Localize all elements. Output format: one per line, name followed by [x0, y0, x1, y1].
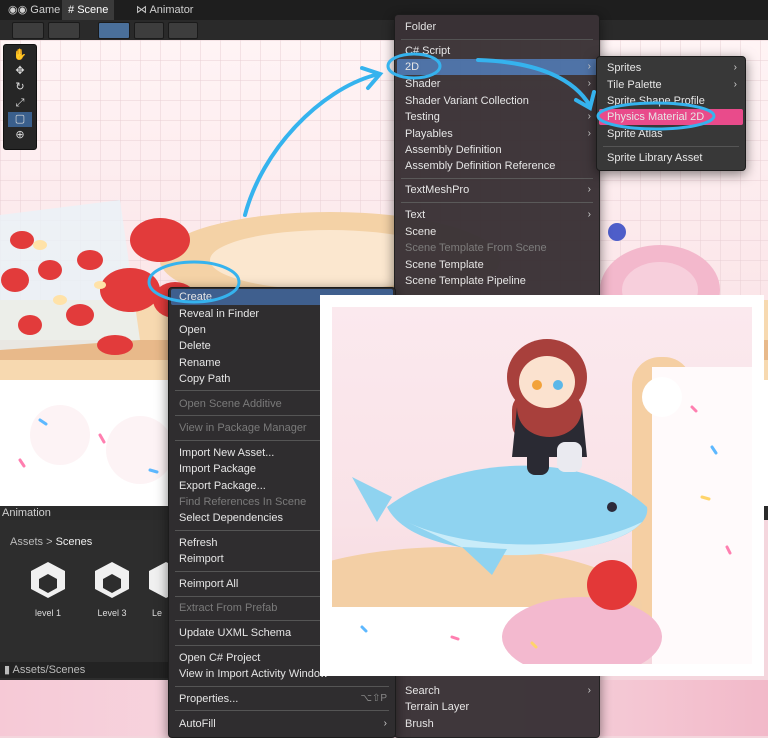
- menu-item-extract-from-prefab: Extract From Prefab: [179, 602, 278, 614]
- tab-scene[interactable]: # Scene: [62, 0, 115, 20]
- menu-item-sprite-atlas[interactable]: Sprite Atlas: [607, 126, 663, 142]
- menu-item-text[interactable]: Text: [405, 207, 425, 223]
- menu-item-playables[interactable]: Playables: [405, 126, 453, 142]
- scale-tool-icon[interactable]: ⤢: [8, 96, 32, 111]
- move-tool-icon[interactable]: ✥: [8, 64, 32, 79]
- menu-highlight: [397, 59, 597, 75]
- menu-item-open[interactable]: Open: [179, 322, 206, 338]
- menu-item-csharp-script[interactable]: C# Script: [405, 43, 450, 59]
- menu-item-update-uxml-schema[interactable]: Update UXML Schema: [179, 625, 291, 641]
- tab-animator[interactable]: ⋈ Animator: [130, 0, 199, 20]
- folder-icon: ▮: [4, 664, 11, 676]
- menu-item-sprites[interactable]: Sprites: [607, 60, 641, 76]
- chevron-right-icon: ›: [383, 718, 387, 729]
- menu-item-scene-template-pipeline[interactable]: Scene Template Pipeline: [405, 273, 526, 289]
- menu-item-reveal-in-finder[interactable]: Reveal in Finder: [179, 306, 259, 322]
- render-mode-dropdown[interactable]: [48, 22, 80, 39]
- menu-separator: [401, 178, 593, 179]
- unity-scene-icon: [31, 562, 65, 598]
- chevron-right-icon: ›: [587, 111, 591, 122]
- menu-item-properties[interactable]: Properties...: [179, 691, 238, 707]
- breadcrumb: Assets > Scenes: [10, 536, 92, 548]
- effects-dropdown[interactable]: [168, 22, 198, 39]
- unity-scene-icon: [149, 562, 168, 598]
- asset-item[interactable]: Le: [146, 560, 168, 618]
- animator-icon: ⋈: [136, 4, 147, 16]
- menu-separator: [175, 686, 389, 687]
- menu-item-shader-variant-collection[interactable]: Shader Variant Collection: [405, 93, 529, 109]
- menu-item-autofill[interactable]: AutoFill: [179, 716, 216, 732]
- breadcrumb-separator: >: [46, 536, 53, 548]
- chevron-right-icon: ›: [587, 209, 591, 220]
- transform-tool-icon[interactable]: ⊕: [8, 128, 32, 143]
- menu-item-folder[interactable]: Folder: [405, 19, 436, 35]
- menu-item-reimport[interactable]: Reimport: [179, 551, 224, 567]
- lighting-toggle[interactable]: [134, 22, 164, 39]
- rotate-tool-icon[interactable]: ↻: [8, 80, 32, 95]
- menu-item-sprite-shape-profile[interactable]: Sprite Shape Profile: [607, 93, 705, 109]
- menu-item-testing[interactable]: Testing: [405, 109, 440, 125]
- rect-tool-icon[interactable]: ▢: [8, 112, 32, 127]
- menu-item-scene[interactable]: Scene: [405, 224, 436, 240]
- menu-item-scene-template[interactable]: Scene Template: [405, 257, 484, 273]
- breadcrumb-scenes[interactable]: Scenes: [56, 536, 93, 548]
- menu-separator: [175, 710, 389, 711]
- menu-item-sprite-library-asset[interactable]: Sprite Library Asset: [607, 150, 702, 166]
- grid-icon: #: [68, 4, 75, 16]
- chevron-right-icon: ›: [733, 62, 737, 73]
- menu-item-import-new-asset[interactable]: Import New Asset...: [179, 445, 274, 461]
- 2d-submenu: Sprites › Tile Palette › Sprite Shape Pr…: [596, 56, 746, 171]
- shortcut-label: ⌥⇧P: [360, 693, 387, 704]
- asset-item[interactable]: Level 3: [82, 560, 142, 618]
- menu-item-physics-material-2d[interactable]: Physics Material 2D: [607, 109, 704, 125]
- menu-item-assembly-definition[interactable]: Assembly Definition: [405, 142, 502, 158]
- menu-item-open-scene-additive: Open Scene Additive: [179, 398, 282, 410]
- menu-separator: [401, 39, 593, 40]
- artwork-illustration: [332, 307, 752, 664]
- menu-item-view-in-package-manager: View in Package Manager: [179, 422, 307, 434]
- menu-item-refresh[interactable]: Refresh: [179, 535, 218, 551]
- whale-girl-illustration: [332, 339, 752, 664]
- menu-item-copy-path[interactable]: Copy Path: [179, 371, 230, 387]
- toggle-2d-button[interactable]: [98, 22, 130, 39]
- menu-item-textmeshpro[interactable]: TextMeshPro: [405, 182, 469, 198]
- menu-item-find-references-in-scene: Find References In Scene: [179, 496, 307, 508]
- menu-item-delete[interactable]: Delete: [179, 338, 211, 354]
- chevron-right-icon: ›: [587, 78, 591, 89]
- menu-item-rename[interactable]: Rename: [179, 355, 221, 371]
- gamepad-icon: ◉◉: [8, 4, 28, 16]
- unity-scene-icon: [95, 562, 129, 598]
- draw-mode-dropdown[interactable]: [12, 22, 44, 39]
- menu-item-create[interactable]: Create: [179, 289, 212, 305]
- editor-tab-bar: ◉◉ Game # Scene ⋈ Animator: [0, 0, 768, 20]
- menu-item-search[interactable]: Search: [405, 683, 440, 699]
- chevron-right-icon: ›: [733, 79, 737, 90]
- menu-item-import-package[interactable]: Import Package: [179, 461, 256, 477]
- chevron-right-icon: ›: [587, 128, 591, 139]
- chevron-right-icon: ›: [587, 685, 591, 696]
- menu-separator: [603, 146, 739, 147]
- menu-item-scene-template-from-scene: Scene Template From Scene: [405, 242, 547, 254]
- tab-game[interactable]: ◉◉ Game: [2, 0, 66, 20]
- menu-item-shader[interactable]: Shader: [405, 76, 440, 92]
- hand-tool-icon[interactable]: ✋: [8, 48, 32, 63]
- menu-item-export-package[interactable]: Export Package...: [179, 478, 266, 494]
- asset-item[interactable]: level 1: [18, 560, 78, 618]
- menu-item-terrain-layer[interactable]: Terrain Layer: [405, 699, 469, 715]
- menu-item-view-in-import-activity-window[interactable]: View in Import Activity Window: [179, 666, 328, 682]
- menu-item-select-dependencies[interactable]: Select Dependencies: [179, 510, 283, 526]
- menu-item-reimport-all[interactable]: Reimport All: [179, 576, 238, 592]
- chevron-right-icon: ›: [587, 61, 591, 72]
- menu-separator: [401, 202, 593, 203]
- menu-item-2d[interactable]: 2D: [405, 59, 419, 75]
- menu-item-tile-palette[interactable]: Tile Palette: [607, 77, 662, 93]
- scene-tools-palette: ✋ ✥ ↻ ⤢ ▢ ⊕: [3, 44, 37, 150]
- menu-item-open-csharp-project[interactable]: Open C# Project: [179, 650, 260, 666]
- menu-item-assembly-definition-reference[interactable]: Assembly Definition Reference: [405, 158, 555, 174]
- chevron-right-icon: ›: [587, 184, 591, 195]
- menu-item-brush[interactable]: Brush: [405, 716, 434, 732]
- breadcrumb-assets[interactable]: Assets: [10, 536, 43, 548]
- scene-toolbar: [0, 20, 768, 40]
